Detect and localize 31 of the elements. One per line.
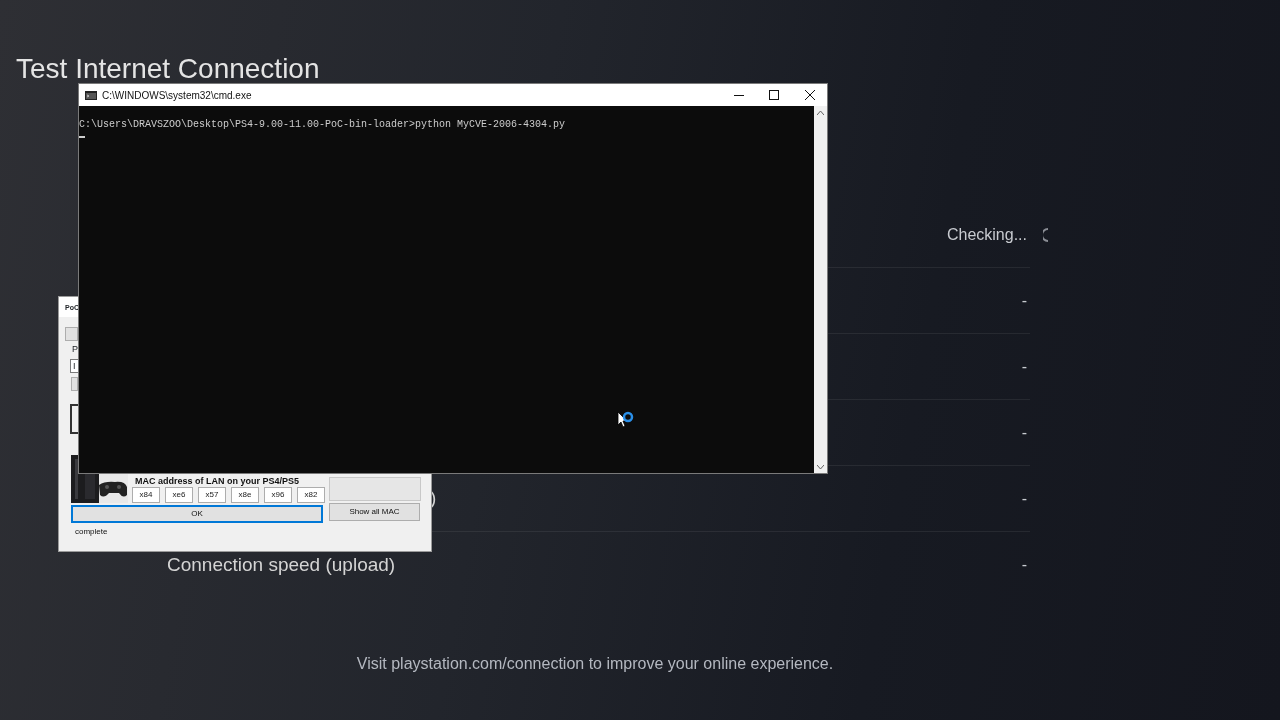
ok-button[interactable]: OK <box>71 505 323 523</box>
screen-title: Test Internet Connection <box>15 52 321 86</box>
mac-byte-field[interactable]: xe6 <box>165 487 193 503</box>
mac-byte-field[interactable]: x82 <box>297 487 325 503</box>
scrollbar[interactable] <box>814 106 827 473</box>
field-label: P <box>72 343 78 356</box>
mac-heading: MAC address of LAN on your PS4/PS5 <box>135 476 300 486</box>
window-title: C:\WINDOWS\system32\cmd.exe <box>102 88 252 103</box>
input-field[interactable] <box>329 477 421 501</box>
text-cursor <box>79 136 85 138</box>
show-all-mac-button[interactable]: Show all MAC <box>329 503 420 521</box>
busy-pointer-icon <box>617 411 635 429</box>
scroll-up-icon[interactable] <box>817 110 824 115</box>
status-text: complete <box>75 526 108 538</box>
row-label: Connection speed (upload) <box>166 552 397 577</box>
row-value: - <box>1021 356 1027 377</box>
footer-text: Visit playstation.com/connection to improve your online experience. <box>355 654 835 674</box>
row-value: Checking... <box>946 224 1027 245</box>
console-line: C:\Users\DRAVSZOO\Desktop\PS4-9.00-11.00-PoC-bin-loader>python MyCVE-2006-4304.py <box>79 119 567 131</box>
row-value: - <box>1021 290 1027 311</box>
mac-byte-field[interactable]: x8e <box>231 487 259 503</box>
close-icon[interactable] <box>805 90 815 100</box>
terminal-icon <box>85 90 97 100</box>
row-value: - <box>1021 422 1027 443</box>
mac-byte-field[interactable]: x96 <box>264 487 292 503</box>
maximize-icon[interactable] <box>769 90 779 100</box>
mac-byte-field[interactable]: x84 <box>132 487 160 503</box>
mac-byte-field[interactable]: x57 <box>198 487 226 503</box>
row-value: - <box>1021 488 1027 509</box>
row-value: - <box>1021 555 1027 575</box>
scroll-down-icon[interactable] <box>817 465 824 470</box>
